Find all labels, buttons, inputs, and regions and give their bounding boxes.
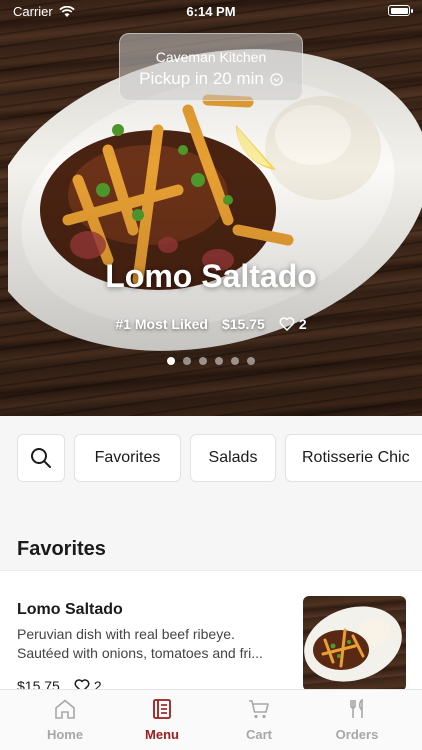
search-button[interactable] <box>17 434 65 482</box>
tab-bar: Home Menu Cart Orders <box>0 689 422 750</box>
hero-likes[interactable]: 2 <box>279 316 307 332</box>
menu-item-photo <box>303 596 406 691</box>
carousel-dot[interactable] <box>199 357 207 365</box>
search-icon <box>31 448 51 468</box>
carousel-dot[interactable] <box>167 357 175 365</box>
tab-home[interactable]: Home <box>25 698 105 742</box>
menu-item-description: Peruvian dish with real beef ribeye. Sau… <box>17 625 289 663</box>
category-chip-salads[interactable]: Salads <box>190 434 276 482</box>
chevron-down-circle-icon <box>270 72 283 86</box>
tab-menu[interactable]: Menu <box>122 698 202 742</box>
hero-price: $15.75 <box>221 316 265 332</box>
hero-dish-meta: #1 Most Liked $15.75 2 <box>0 316 422 332</box>
category-bar: Favorites Salads Rotisserie Chic <box>17 434 422 482</box>
clock: 6:14 PM <box>186 4 236 19</box>
tab-home-label: Home <box>46 727 84 742</box>
restaurant-name: Caveman Kitchen <box>155 49 267 65</box>
heart-icon <box>279 317 295 331</box>
pickup-time-row: Pickup in 20 min <box>120 69 302 89</box>
carousel-indicator[interactable] <box>0 357 422 365</box>
hero-badge: #1 Most Liked <box>115 316 208 332</box>
category-chip-rotisserie[interactable]: Rotisserie Chic <box>285 434 422 482</box>
cart-icon <box>249 700 269 719</box>
carousel-dot[interactable] <box>247 357 255 365</box>
menu-item-card[interactable]: Lomo Saltado Peruvian dish with real bee… <box>0 570 422 694</box>
menu-book-icon <box>153 699 171 719</box>
tab-cart-label: Cart <box>245 727 272 742</box>
status-bar: Carrier 6:14 PM <box>0 0 422 24</box>
menu-item-photo-art <box>304 606 402 682</box>
tab-orders[interactable]: Orders <box>317 698 397 742</box>
tab-menu-label: Menu <box>145 727 179 742</box>
carousel-dot[interactable] <box>215 357 223 365</box>
carousel-dot[interactable] <box>231 357 239 365</box>
home-icon <box>55 699 75 719</box>
hero-banner[interactable]: Carrier 6:14 PM Caveman Kitchen Pickup i… <box>0 0 422 416</box>
menu-item-description-line2: Sautéed with onions, tomatoes and fri... <box>17 645 263 661</box>
menu-item-description-line1: Peruvian dish with real beef ribeye. <box>17 626 235 642</box>
tab-cart[interactable]: Cart <box>219 698 299 742</box>
carousel-dot[interactable] <box>183 357 191 365</box>
hero-dish-name: Lomo Saltado <box>105 258 317 294</box>
battery-icon <box>388 5 413 16</box>
tab-orders-label: Orders <box>335 727 379 742</box>
section-title-favorites: Favorites <box>17 538 106 560</box>
menu-item-name: Lomo Saltado <box>17 601 123 618</box>
hero-likes-count: 2 <box>298 316 307 332</box>
category-chip-favorites[interactable]: Favorites <box>74 434 181 482</box>
pickup-eta: Pickup in 20 min <box>139 69 264 88</box>
pickup-selector[interactable]: Caveman Kitchen Pickup in 20 min <box>119 33 303 101</box>
fork-knife-icon <box>350 698 363 718</box>
